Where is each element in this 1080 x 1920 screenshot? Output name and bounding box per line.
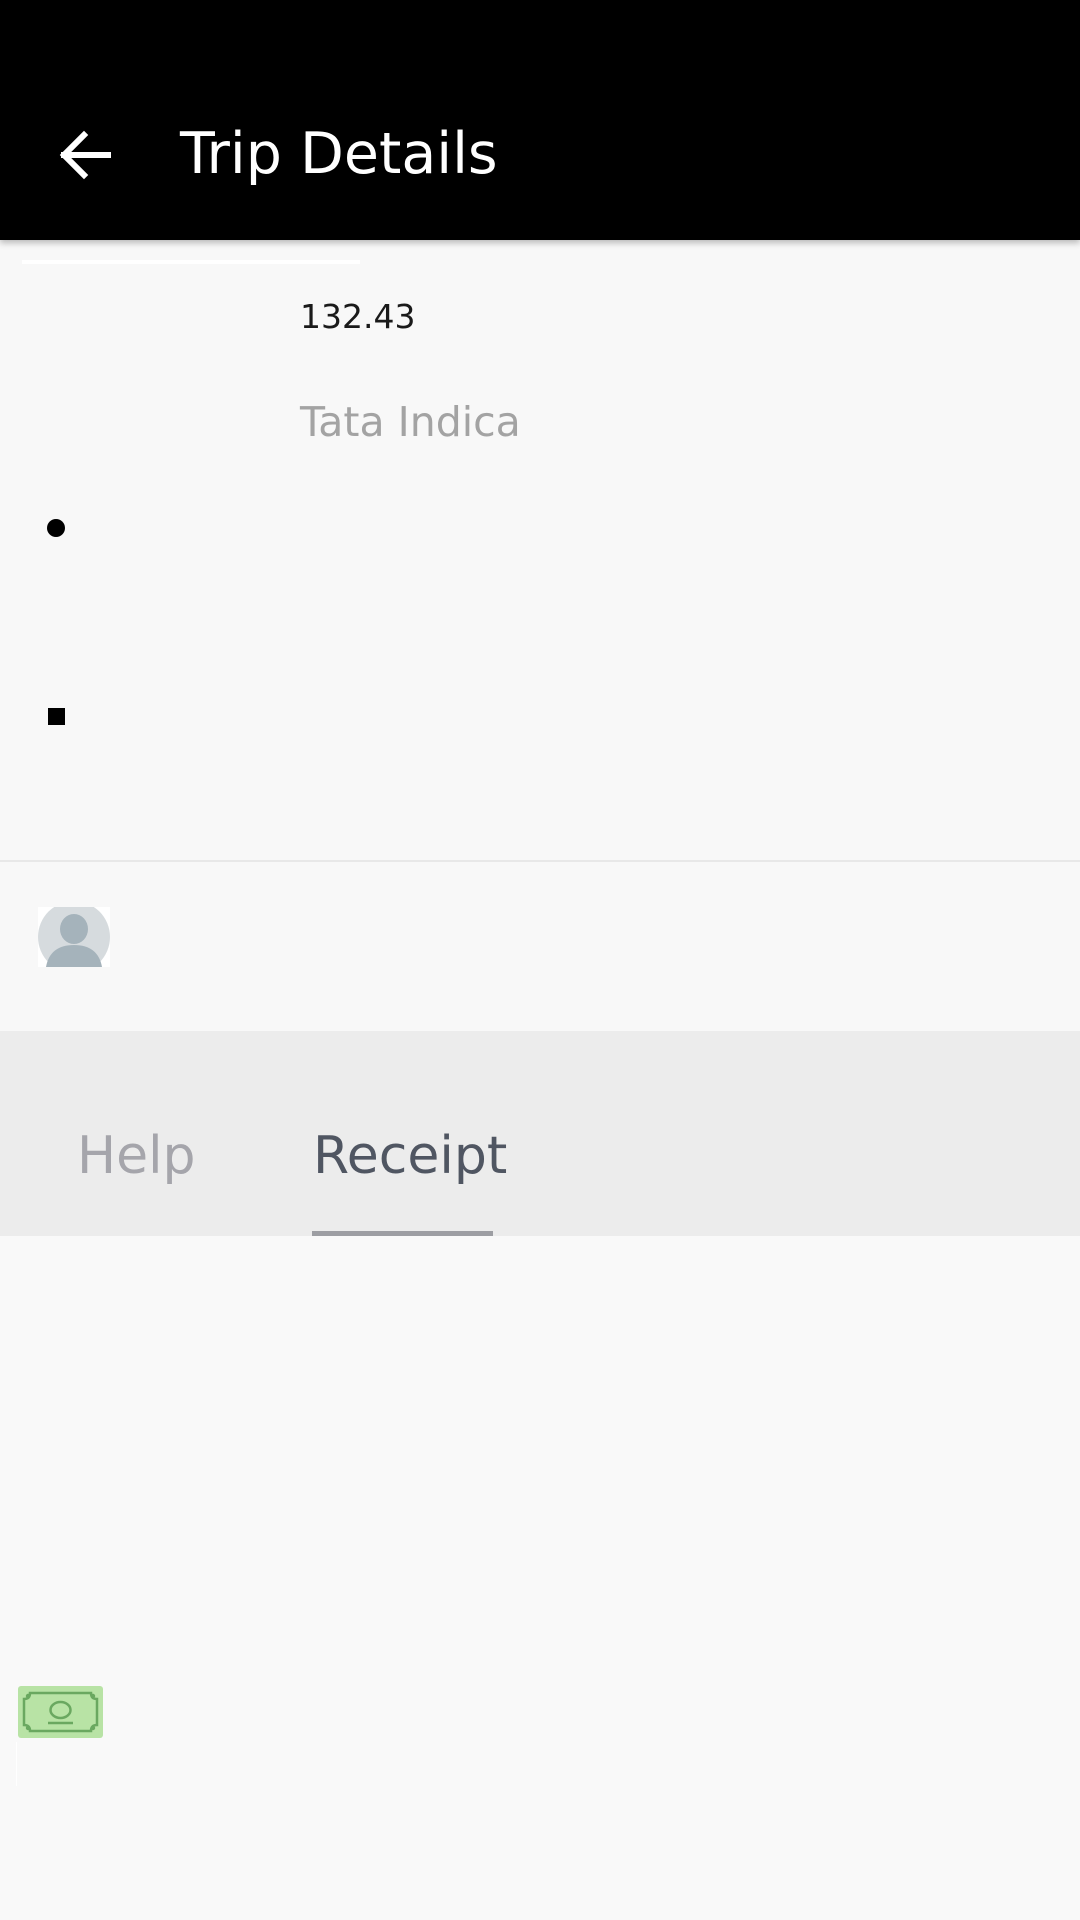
vehicle-name: Tata Indica [300, 398, 521, 446]
dropoff-square-icon [48, 708, 65, 725]
fare-amount: 132.43 [300, 297, 416, 336]
tab-bar: Help Receipt [0, 1031, 1080, 1236]
back-button[interactable] [40, 110, 130, 200]
pickup-dot-icon [47, 519, 65, 537]
tab-help-label: Help [77, 1126, 196, 1186]
trip-summary-card[interactable]: 132.43 Tata Indica [0, 240, 1080, 860]
avatar [38, 907, 110, 967]
cash-icon [18, 1686, 103, 1738]
tab-help[interactable]: Help [0, 1031, 260, 1236]
tab-receipt-label: Receipt [313, 1126, 508, 1186]
receipt-panel [0, 1236, 1080, 1920]
map-thumbnail [22, 260, 360, 264]
arrow-left-icon [59, 130, 111, 180]
divider [16, 1742, 17, 1786]
person-avatar-icon [38, 907, 110, 967]
driver-row[interactable] [0, 862, 1080, 1031]
page-title: Trip Details [180, 121, 498, 187]
tab-receipt[interactable]: Receipt [300, 1031, 530, 1236]
app-bar: Trip Details [0, 0, 1080, 240]
